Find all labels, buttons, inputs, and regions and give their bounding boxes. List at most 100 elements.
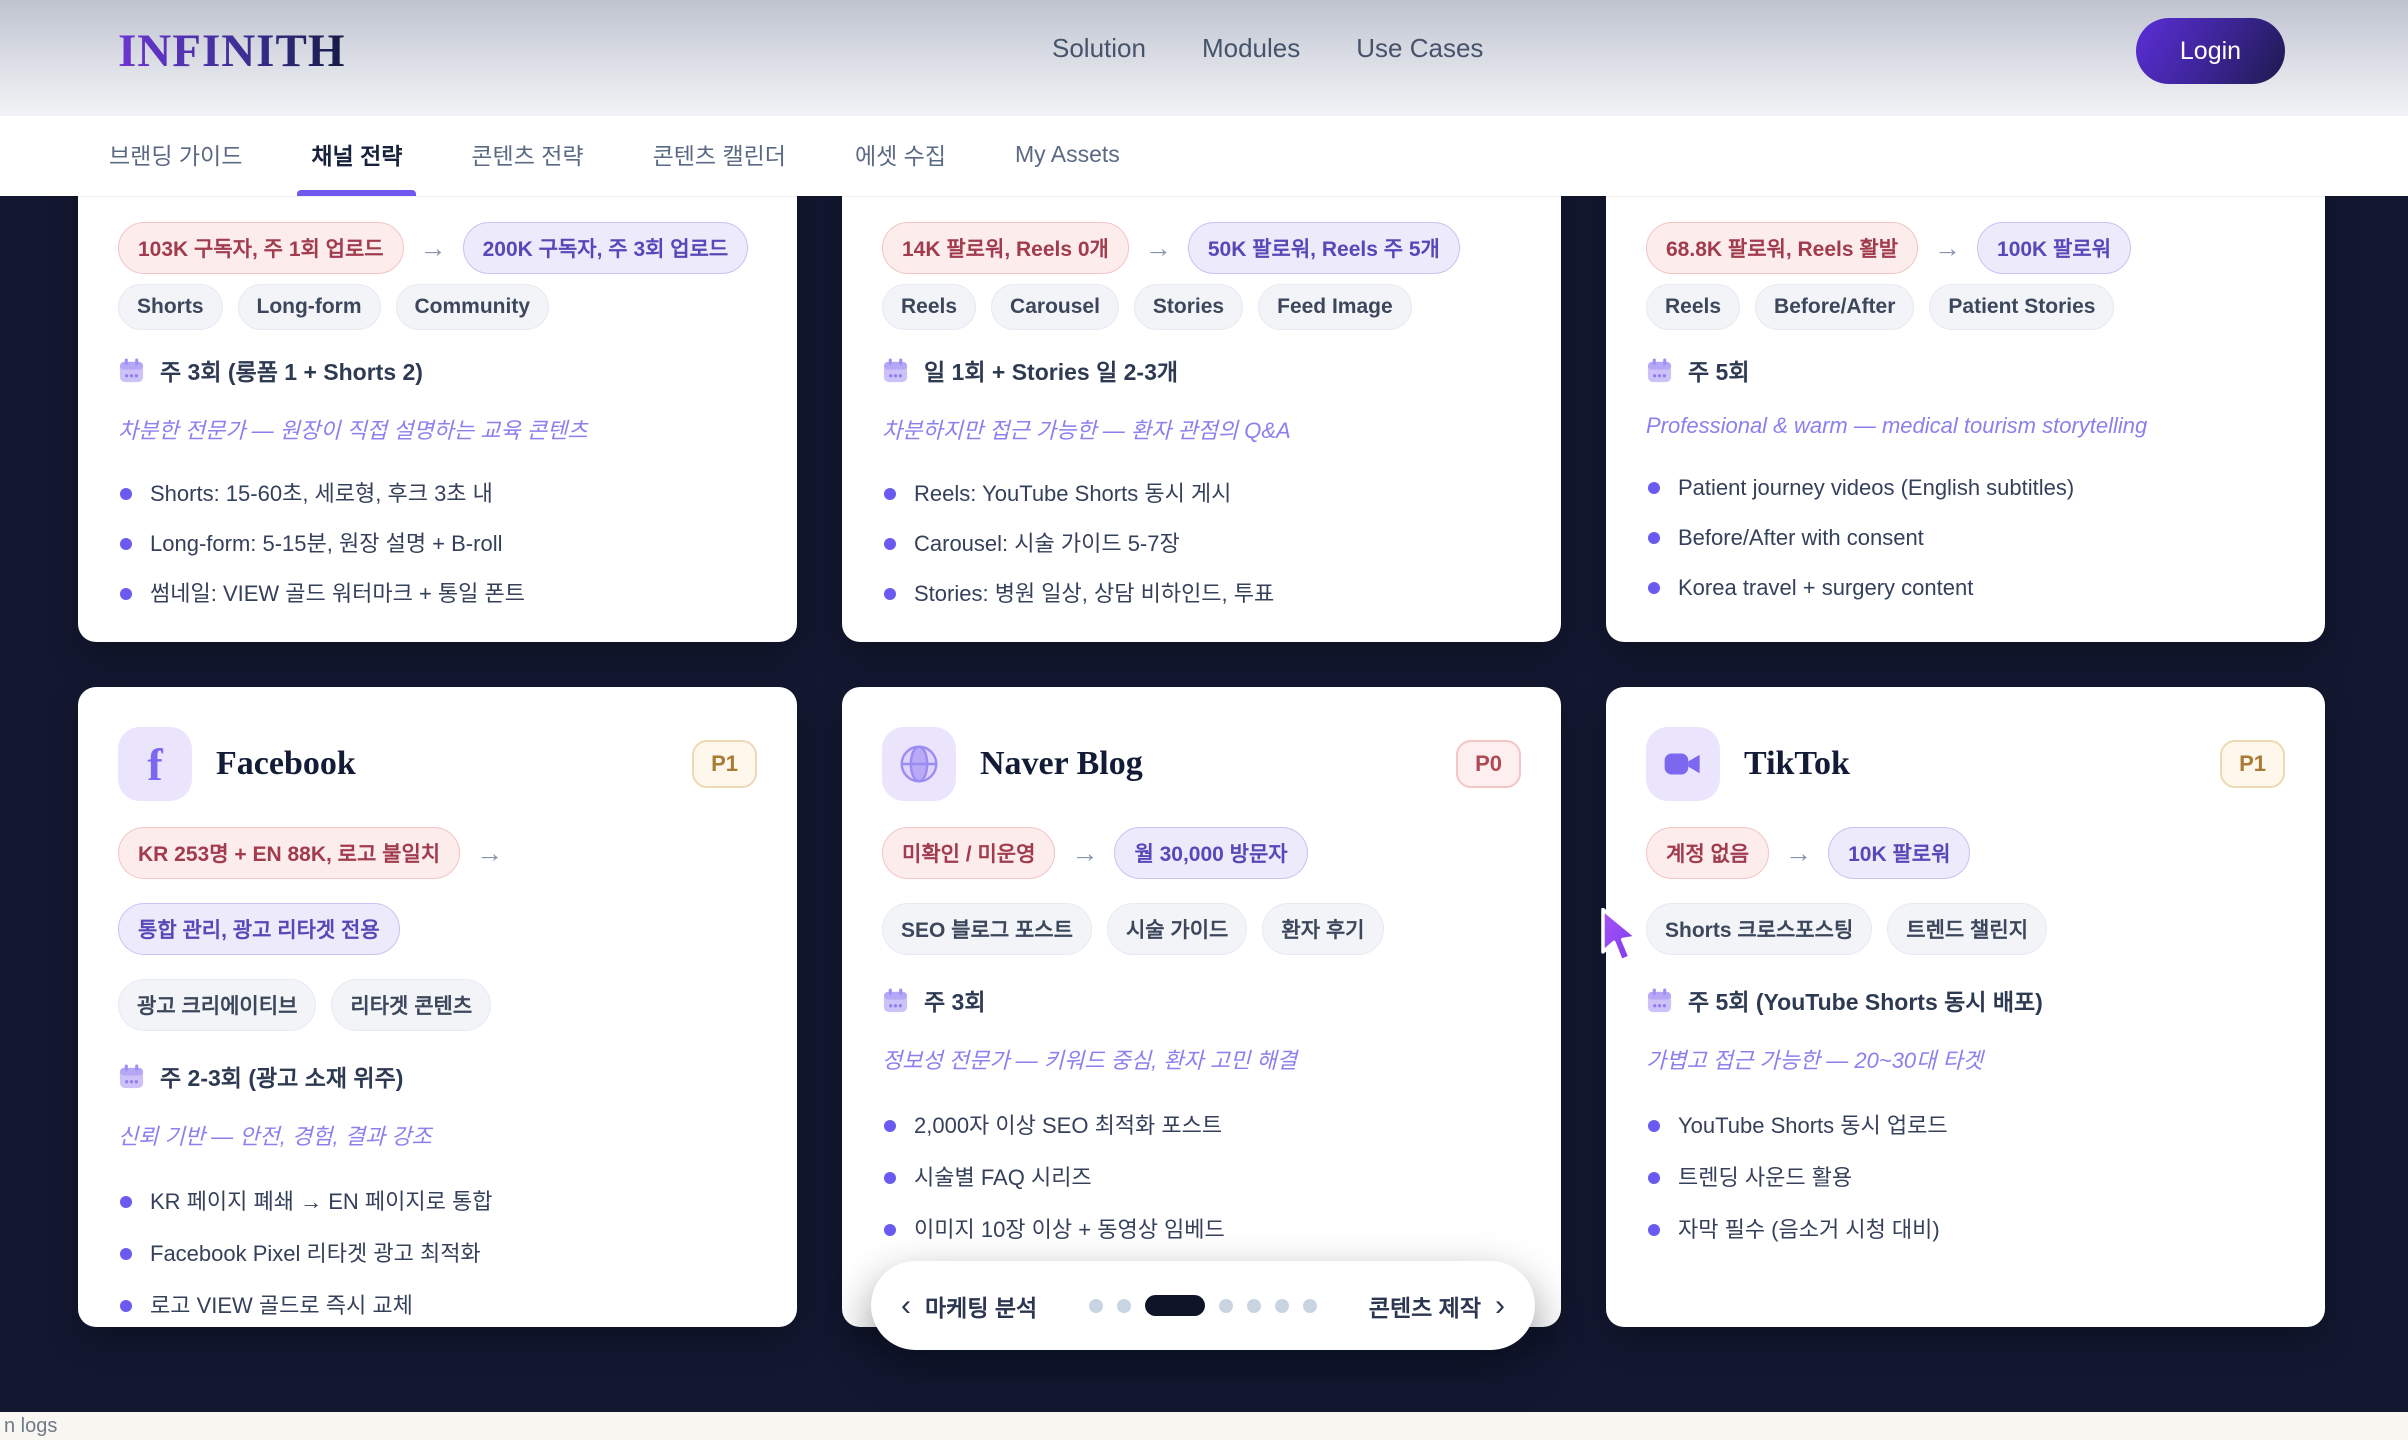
strategy-bullet: Facebook Pixel 리타겟 광고 최적화 — [118, 1239, 757, 1269]
strategy-bullet: Stories: 병원 일상, 상담 비하인드, 투표 — [882, 579, 1521, 609]
tone-description: 신뢰 기반 — 안전, 경험, 결과 강조 — [118, 1119, 757, 1151]
format-chip: Shorts 크로스포스팅 — [1646, 903, 1872, 955]
priority-badge: P1 — [2220, 740, 2285, 788]
format-chip: 시술 가이드 — [1107, 903, 1247, 955]
current-state-badge: 14K 팔로워, Reels 0개 — [882, 222, 1129, 274]
page-dot[interactable] — [1275, 1299, 1289, 1313]
strategy-bullet: 트렌딩 사운드 활용 — [1646, 1163, 2285, 1193]
cards-grid: 103K 구독자, 주 1회 업로드 → 200K 구독자, 주 3회 업로드 … — [78, 196, 2326, 1327]
target-state-badge: 월 30,000 방문자 — [1114, 827, 1307, 879]
logo[interactable]: INFINITH — [118, 24, 345, 78]
arrow-right-icon: → — [1785, 838, 1812, 869]
state-badges: 68.8K 팔로워, Reels 활발 → 100K 팔로워 — [1646, 222, 2285, 274]
state-badges: 14K 팔로워, Reels 0개 → 50K 팔로워, Reels 주 5개 — [882, 222, 1521, 274]
card-title: TikTok — [1744, 745, 1850, 783]
channel-strategy-board: 103K 구독자, 주 1회 업로드 → 200K 구독자, 주 3회 업로드 … — [0, 196, 2408, 1412]
page-dot[interactable] — [1247, 1299, 1261, 1313]
tone-description: 차분하지만 접근 가능한 — 환자 관점의 Q&A — [882, 413, 1521, 445]
tab-asset-collection[interactable]: 에셋 수집 — [849, 112, 952, 196]
strategy-bullet: 이미지 10장 이상 + 동영상 임베드 — [882, 1215, 1521, 1245]
nav-item-solution[interactable]: Solution — [1052, 33, 1146, 64]
format-chip: 환자 후기 — [1262, 903, 1383, 955]
card-header: f Facebook P1 — [118, 727, 757, 801]
format-chip: Community — [396, 284, 550, 330]
arrow-right-icon: → — [1145, 233, 1172, 264]
channel-card: 14K 팔로워, Reels 0개 → 50K 팔로워, Reels 주 5개 … — [842, 196, 1561, 642]
posting-schedule: 주 5회 (YouTube Shorts 동시 배포) — [1646, 983, 2285, 1017]
format-chip: 트렌드 챌린지 — [1887, 903, 2047, 955]
posting-schedule: 일 1회 + Stories 일 2-3개 — [882, 353, 1521, 387]
strategy-bullets: KR 페이지 폐쇄 → EN 페이지로 통합 Facebook Pixel 리타겟… — [118, 1187, 757, 1321]
strategy-bullet: Long-form: 5-15분, 원장 설명 + B-roll — [118, 529, 757, 559]
format-chip: 광고 크리에이티브 — [118, 979, 316, 1031]
state-badges: KR 253명 + EN 88K, 로고 불일치 → 통합 관리, 광고 리타겟… — [118, 827, 757, 955]
format-chip: Reels — [1646, 284, 1740, 330]
channel-card: Naver Blog P0 미확인 / 미운영 → 월 30,000 방문자 S… — [842, 687, 1561, 1327]
state-badges: 103K 구독자, 주 1회 업로드 → 200K 구독자, 주 3회 업로드 — [118, 222, 757, 274]
format-chip: SEO 블로그 포스트 — [882, 903, 1092, 955]
tone-description: 차분한 전문가 — 원장이 직접 설명하는 교육 콘텐츠 — [118, 413, 757, 445]
calendar-icon — [118, 1063, 145, 1090]
state-badges: 미확인 / 미운영 → 월 30,000 방문자 — [882, 827, 1521, 879]
chevron-right-icon: › — [1495, 1291, 1505, 1321]
schedule-text: 주 5회 — [1688, 353, 1750, 387]
strategy-bullet: Shorts: 15-60초, 세로형, 후크 3초 내 — [118, 479, 757, 509]
arrow-right-icon: → — [1071, 838, 1098, 869]
current-state-badge: 미확인 / 미운영 — [882, 827, 1055, 879]
footer-text: n logs — [4, 1415, 57, 1438]
page-dot[interactable] — [1303, 1299, 1317, 1313]
nav-item-modules[interactable]: Modules — [1202, 33, 1300, 64]
footer-strip: n logs — [0, 1412, 2408, 1440]
tab-branding-guide[interactable]: 브랜딩 가이드 — [103, 112, 248, 196]
format-chips: SEO 블로그 포스트 시술 가이드 환자 후기 — [882, 903, 1521, 955]
current-state-badge: 68.8K 팔로워, Reels 활발 — [1646, 222, 1918, 274]
strategy-bullets: Shorts: 15-60초, 세로형, 후크 3초 내 Long-form: 5… — [118, 479, 757, 609]
current-state-badge: KR 253명 + EN 88K, 로고 불일치 — [118, 827, 460, 879]
calendar-icon — [1646, 987, 1673, 1014]
target-state-badge: 100K 팔로워 — [1977, 222, 2131, 274]
step-pagination: ‹ 마케팅 분석 콘텐츠 제작 › — [871, 1261, 1535, 1350]
tone-description: 가볍고 접근 가능한 — 20~30대 타겟 — [1646, 1043, 2285, 1075]
page-dot-active[interactable] — [1145, 1295, 1205, 1316]
arrow-right-icon: → — [420, 233, 447, 264]
format-chip: Carousel — [991, 284, 1119, 330]
format-chip: Before/After — [1755, 284, 1914, 330]
format-chip: Reels — [882, 284, 976, 330]
tab-channel-strategy[interactable]: 채널 전략 — [305, 112, 408, 196]
channel-card: TikTok P1 계정 없음 → 10K 팔로워 Shorts 크로스포스팅트… — [1606, 687, 2325, 1327]
schedule-text: 주 3회 (롱폼 1 + Shorts 2) — [160, 353, 423, 387]
tab-content-strategy[interactable]: 콘텐츠 전략 — [465, 112, 589, 196]
schedule-text: 주 2-3회 (광고 소재 위주) — [160, 1059, 403, 1093]
format-chips: 광고 크리에이티브리타겟 콘텐츠 — [118, 979, 757, 1031]
nav-item-use-cases[interactable]: Use Cases — [1356, 33, 1483, 64]
format-chips: ReelsBefore/AfterPatient Stories — [1646, 284, 2285, 330]
calendar-icon — [1646, 357, 1673, 384]
naver-blog-icon — [882, 727, 956, 801]
current-state-badge: 103K 구독자, 주 1회 업로드 — [118, 222, 404, 274]
prev-step-button[interactable]: ‹ 마케팅 분석 — [901, 1289, 1037, 1323]
next-step-button[interactable]: 콘텐츠 제작 › — [1369, 1289, 1505, 1323]
format-chip: Feed Image — [1258, 284, 1412, 330]
page-dot[interactable] — [1117, 1299, 1131, 1313]
target-state-badge: 10K 팔로워 — [1828, 827, 1970, 879]
strategy-bullet: 자막 필수 (음소거 시청 대비) — [1646, 1215, 2285, 1245]
priority-badge: P0 — [1456, 740, 1521, 788]
format-chip: Shorts — [118, 284, 223, 330]
format-chip: Long-form — [238, 284, 381, 330]
tab-content-calendar[interactable]: 콘텐츠 캘린더 — [647, 112, 792, 196]
current-state-badge: 계정 없음 — [1646, 827, 1769, 879]
tab-my-assets[interactable]: My Assets — [1009, 112, 1126, 196]
strategy-bullet: KR 페이지 폐쇄 → EN 페이지로 통합 — [118, 1187, 757, 1217]
posting-schedule: 주 3회 — [882, 983, 1521, 1017]
tab-bar: 브랜딩 가이드 채널 전략 콘텐츠 전략 콘텐츠 캘린더 에셋 수집 My As… — [0, 112, 2408, 196]
top-header: INFINITH Solution Modules Use Cases Logi… — [0, 0, 2408, 116]
calendar-icon — [882, 357, 909, 384]
next-step-label: 콘텐츠 제작 — [1369, 1289, 1481, 1323]
page-dot[interactable] — [1219, 1299, 1233, 1313]
main-nav: Solution Modules Use Cases — [1052, 0, 1483, 96]
page-dot[interactable] — [1089, 1299, 1103, 1313]
target-state-badge: 통합 관리, 광고 리타겟 전용 — [118, 903, 400, 955]
login-button[interactable]: Login — [2136, 18, 2285, 84]
card-header: Naver Blog P0 — [882, 727, 1521, 801]
card-header: TikTok P1 — [1646, 727, 2285, 801]
